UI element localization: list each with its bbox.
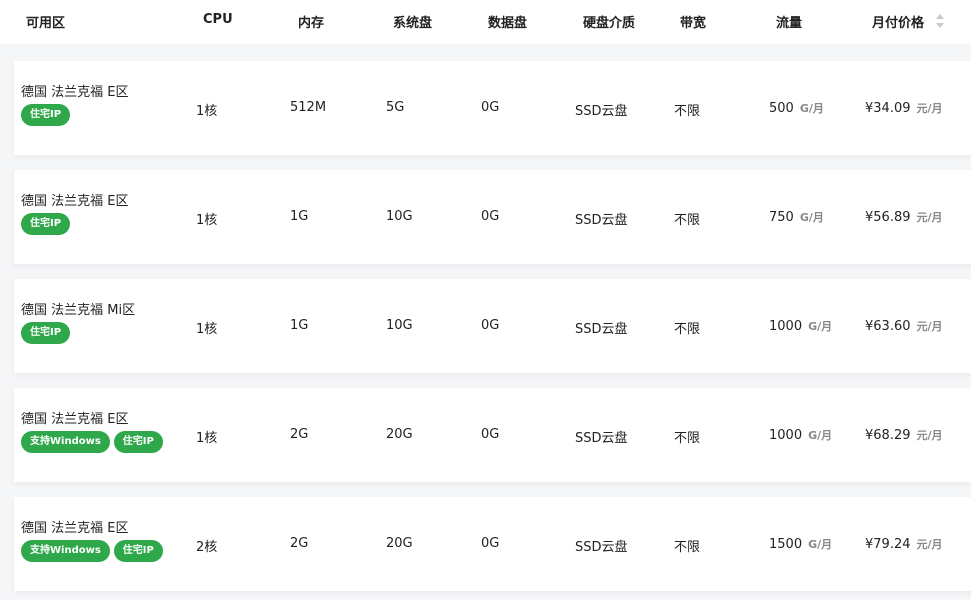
cell-system-disk: 10G <box>386 209 413 224</box>
cell-data-disk: 0G <box>481 209 500 224</box>
cell-cpu: 1核 <box>196 431 218 446</box>
cell-price: ¥68.29 元/月 <box>865 427 943 443</box>
price-unit: 元/月 <box>916 429 943 442</box>
windows-support-badge: 支持Windows <box>21 540 110 562</box>
price-value: ¥56.89 <box>865 210 911 225</box>
cell-bandwidth: 不限 <box>674 431 701 446</box>
region-label: 德国 法兰克福 E区 <box>21 194 129 209</box>
header-monthly-price[interactable]: 月付价格 <box>872 12 924 31</box>
cell-memory: 1G <box>290 318 309 333</box>
header-traffic: 流量 <box>776 16 803 31</box>
cell-cpu: 2核 <box>196 540 218 555</box>
residential-ip-badge: 住宅IP <box>21 322 71 344</box>
badge-group: 住宅IP <box>21 322 71 344</box>
cell-bandwidth: 不限 <box>674 540 701 555</box>
cell-disk-media: SSD云盘 <box>575 104 628 119</box>
header-data-disk: 数据盘 <box>488 16 528 31</box>
price-unit: 元/月 <box>916 211 943 224</box>
traffic-value: 1000 <box>769 319 803 334</box>
header-memory: 内存 <box>298 16 325 31</box>
cell-traffic: 1000 G/月 <box>769 427 832 443</box>
residential-ip-badge: 住宅IP <box>21 213 71 235</box>
table-row[interactable]: 德国 法兰克福 E区住宅IP 1核 512M 5G 0G SSD云盘 不限 500 G/月 ¥34… <box>14 61 971 155</box>
region-label: 德国 法兰克福 E区 <box>21 85 129 100</box>
traffic-unit: G/月 <box>808 429 833 442</box>
cell-cpu: 1核 <box>196 322 218 337</box>
region-label: 德国 法兰克福 E区 <box>21 521 129 536</box>
traffic-unit: G/月 <box>799 102 824 115</box>
cell-data-disk: 0G <box>481 100 500 115</box>
table-header: 可用区 CPU 内存 系统盘 数据盘 硬盘介质 带宽 流量 月付价格 <box>0 0 971 44</box>
traffic-value: 1500 <box>769 537 803 552</box>
cell-disk-media: SSD云盘 <box>575 431 628 446</box>
windows-support-badge: 支持Windows <box>21 431 110 453</box>
price-value: ¥79.24 <box>865 537 911 552</box>
traffic-unit: G/月 <box>808 538 833 551</box>
residential-ip-badge: 住宅IP <box>21 104 71 126</box>
price-unit: 元/月 <box>916 102 943 115</box>
cell-data-disk: 0G <box>481 427 500 442</box>
price-value: ¥63.60 <box>865 319 911 334</box>
cell-disk-media: SSD云盘 <box>575 213 628 228</box>
traffic-value: 500 <box>769 101 794 116</box>
cell-system-disk: 20G <box>386 536 413 551</box>
cell-data-disk: 0G <box>481 318 500 333</box>
table-row[interactable]: 德国 法兰克福 Mi区住宅IP 1核 1G 10G 0G SSD云盘 不限 1000 G/月 ¥6… <box>14 279 971 373</box>
cell-bandwidth: 不限 <box>674 213 701 228</box>
traffic-unit: G/月 <box>799 211 824 224</box>
header-cpu: CPU <box>203 12 233 27</box>
price-value: ¥34.09 <box>865 101 911 116</box>
header-bandwidth: 带宽 <box>680 16 707 31</box>
cell-cpu: 1核 <box>196 104 218 119</box>
residential-ip-badge: 住宅IP <box>113 431 163 453</box>
price-unit: 元/月 <box>916 538 943 551</box>
cell-price: ¥56.89 元/月 <box>865 209 943 225</box>
cell-cpu: 1核 <box>196 213 218 228</box>
header-system-disk: 系统盘 <box>393 16 433 31</box>
table-row[interactable]: 德国 法兰克福 E区支持Windows 住宅IP 2核 2G 20G 0G SSD云盘 不限 1… <box>14 497 971 591</box>
badge-group: 住宅IP <box>21 104 71 126</box>
cell-system-disk: 5G <box>386 100 405 115</box>
header-zone: 可用区 <box>26 16 66 31</box>
sort-icon[interactable] <box>936 13 946 31</box>
cell-traffic: 1500 G/月 <box>769 536 832 552</box>
region-label: 德国 法兰克福 E区 <box>21 412 129 427</box>
cell-memory: 1G <box>290 209 309 224</box>
cell-system-disk: 10G <box>386 318 413 333</box>
traffic-value: 750 <box>769 210 794 225</box>
badge-group: 支持Windows 住宅IP <box>21 431 163 453</box>
traffic-unit: G/月 <box>808 320 833 333</box>
cell-data-disk: 0G <box>481 536 500 551</box>
cell-traffic: 500 G/月 <box>769 100 824 116</box>
table-row[interactable]: 德国 法兰克福 E区住宅IP 1核 1G 10G 0G SSD云盘 不限 750 G/月 ¥56.… <box>14 170 971 264</box>
header-disk-media: 硬盘介质 <box>583 16 636 31</box>
traffic-value: 1000 <box>769 428 803 443</box>
table-row[interactable]: 德国 法兰克福 E区支持Windows 住宅IP 1核 2G 20G 0G SSD云盘 不限 1… <box>14 388 971 482</box>
cell-bandwidth: 不限 <box>674 104 701 119</box>
cell-bandwidth: 不限 <box>674 322 701 337</box>
price-unit: 元/月 <box>916 320 943 333</box>
badge-group: 支持Windows 住宅IP <box>21 540 163 562</box>
residential-ip-badge: 住宅IP <box>113 540 163 562</box>
region-label: 德国 法兰克福 Mi区 <box>21 303 136 318</box>
cell-traffic: 1000 G/月 <box>769 318 832 334</box>
cell-price: ¥34.09 元/月 <box>865 100 943 116</box>
cell-price: ¥63.60 元/月 <box>865 318 943 334</box>
cell-memory: 512M <box>290 100 327 115</box>
cell-traffic: 750 G/月 <box>769 209 824 225</box>
price-value: ¥68.29 <box>865 428 911 443</box>
cell-memory: 2G <box>290 536 309 551</box>
cell-disk-media: SSD云盘 <box>575 322 628 337</box>
cell-price: ¥79.24 元/月 <box>865 536 943 552</box>
badge-group: 住宅IP <box>21 213 71 235</box>
cell-disk-media: SSD云盘 <box>575 540 628 555</box>
cell-memory: 2G <box>290 427 309 442</box>
cell-system-disk: 20G <box>386 427 413 442</box>
